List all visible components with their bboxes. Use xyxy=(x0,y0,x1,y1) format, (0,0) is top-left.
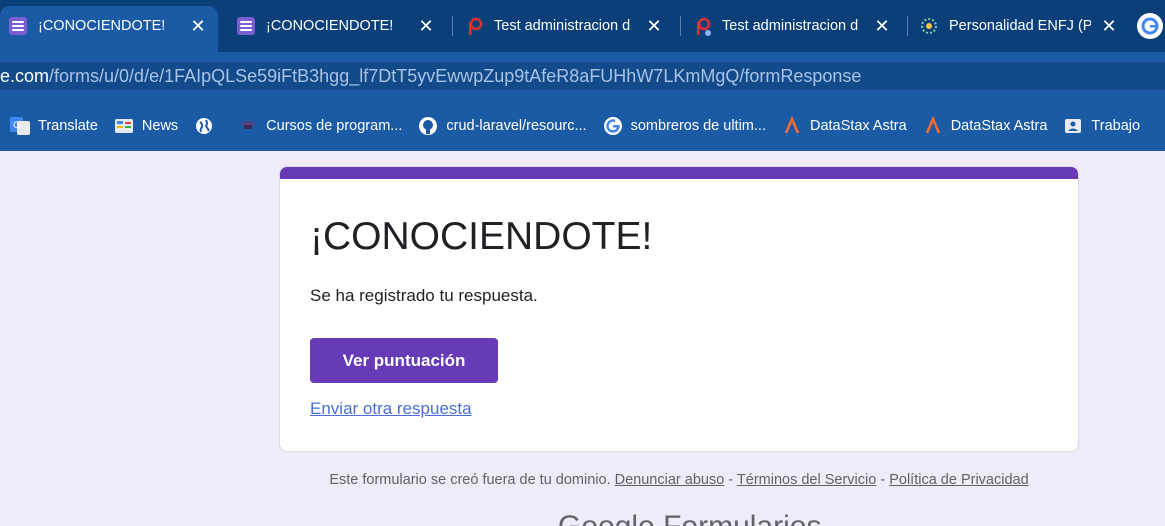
close-icon[interactable]: ✕ xyxy=(1099,16,1119,36)
github-icon xyxy=(418,116,438,136)
footer-text: Este formulario se creó fuera de tu domi… xyxy=(329,472,611,488)
globe-icon xyxy=(194,116,214,136)
graduation-cap-icon xyxy=(238,116,258,136)
bookmark-label: DataStax Astra xyxy=(950,117,1048,134)
tab-title: Test administracion d xyxy=(722,18,859,34)
url-domain: e.com xyxy=(0,66,50,86)
datastax-icon xyxy=(782,115,802,136)
form-footer: Este formulario se creó fuera de tu domi… xyxy=(279,472,1079,488)
bookmark-trabajo[interactable]: Trabajo xyxy=(1063,116,1140,136)
google-icon xyxy=(603,116,623,136)
tab-title: ¡CONOCIENDOTE! xyxy=(38,18,166,34)
footer-separator: - xyxy=(876,472,890,488)
tab-strip: ¡CONOCIENDOTE! ✕ ¡CONOCIENDOTE! ✕ Test a… xyxy=(0,0,1165,52)
tab-5[interactable]: Personalidad ENFJ (P ✕ xyxy=(911,8,1129,44)
contact-icon xyxy=(1063,116,1083,136)
tab-3[interactable]: Test administracion d ✕ xyxy=(456,8,674,44)
report-abuse-link[interactable]: Denunciar abuso xyxy=(615,472,725,488)
personality-site-icon xyxy=(919,16,939,36)
tab-1[interactable]: ¡CONOCIENDOTE! ✕ xyxy=(0,6,218,52)
tab-2[interactable]: ¡CONOCIENDOTE! ✕ xyxy=(228,8,446,44)
bookmarks-bar: G Translate News Cursos de program... cr… xyxy=(0,100,1165,151)
form-response-card: ¡CONOCIENDOTE! Se ha registrado tu respu… xyxy=(279,166,1079,452)
submit-another-response-link[interactable]: Enviar otra respuesta xyxy=(310,399,472,419)
tab-4[interactable]: Test administracion d ✕ xyxy=(684,8,902,44)
bookmark-globe[interactable] xyxy=(194,116,222,136)
card-accent-bar xyxy=(280,167,1078,179)
google-forms-logo: Google Formularios xyxy=(558,510,821,526)
bookmark-datastax-1[interactable]: DataStax Astra xyxy=(782,115,907,136)
bookmark-translate[interactable]: G Translate xyxy=(10,116,98,136)
bookmark-cursos[interactable]: Cursos de program... xyxy=(238,116,402,136)
bookmark-label: News xyxy=(141,117,179,134)
google-forms-icon xyxy=(236,16,256,36)
tab-title: Personalidad ENFJ (P xyxy=(949,18,1091,34)
google-translate-icon: G xyxy=(10,116,30,136)
close-icon[interactable]: ✕ xyxy=(644,16,664,36)
google-icon[interactable] xyxy=(1137,13,1163,39)
bookmark-label: crud-laravel/resourc... xyxy=(446,117,587,134)
address-bar-area: e.com/forms/u/0/d/e/1FAIpQLSe59iFtB3hgg_… xyxy=(0,52,1165,100)
privacy-link[interactable]: Política de Privacidad xyxy=(889,472,1028,488)
close-icon[interactable]: ✕ xyxy=(188,16,208,36)
footer-separator: - xyxy=(724,472,737,488)
bookmark-label: DataStax Astra xyxy=(809,117,907,134)
close-icon[interactable]: ✕ xyxy=(416,16,436,36)
tab-separator xyxy=(907,16,908,36)
test-site-icon xyxy=(692,16,712,36)
bookmark-github[interactable]: crud-laravel/resourc... xyxy=(418,116,587,136)
url-field[interactable]: e.com/forms/u/0/d/e/1FAIpQLSe59iFtB3hgg_… xyxy=(0,62,1165,90)
tab-title: ¡CONOCIENDOTE! xyxy=(266,18,394,34)
google-news-icon xyxy=(114,116,134,136)
bookmark-label: Cursos de program... xyxy=(266,117,403,134)
tab-title: Test administracion d xyxy=(494,18,631,34)
google-forms-icon xyxy=(8,16,28,36)
bookmark-label: Trabajo xyxy=(1091,117,1141,134)
bookmark-sombreros[interactable]: sombreros de ultim... xyxy=(603,116,766,136)
bookmark-label: sombreros de ultim... xyxy=(630,117,766,134)
tab-separator xyxy=(452,16,453,36)
tab-separator xyxy=(680,16,681,36)
close-icon[interactable]: ✕ xyxy=(872,16,892,36)
confirmation-message: Se ha registrado tu respuesta. xyxy=(310,286,538,305)
url-path: /forms/u/0/d/e/1FAIpQLSe59iFtB3hgg_lf7Dt… xyxy=(49,66,862,86)
terms-link[interactable]: Términos del Servicio xyxy=(737,472,876,488)
view-score-button[interactable]: Ver puntuación xyxy=(310,338,498,383)
bookmark-label: Translate xyxy=(38,117,98,134)
datastax-icon xyxy=(923,115,943,136)
svg-text:G: G xyxy=(13,121,20,131)
form-title: ¡CONOCIENDOTE! xyxy=(310,215,653,258)
bookmark-datastax-2[interactable]: DataStax Astra xyxy=(923,115,1048,136)
test-site-icon xyxy=(464,16,484,36)
bookmark-news[interactable]: News xyxy=(114,116,178,136)
